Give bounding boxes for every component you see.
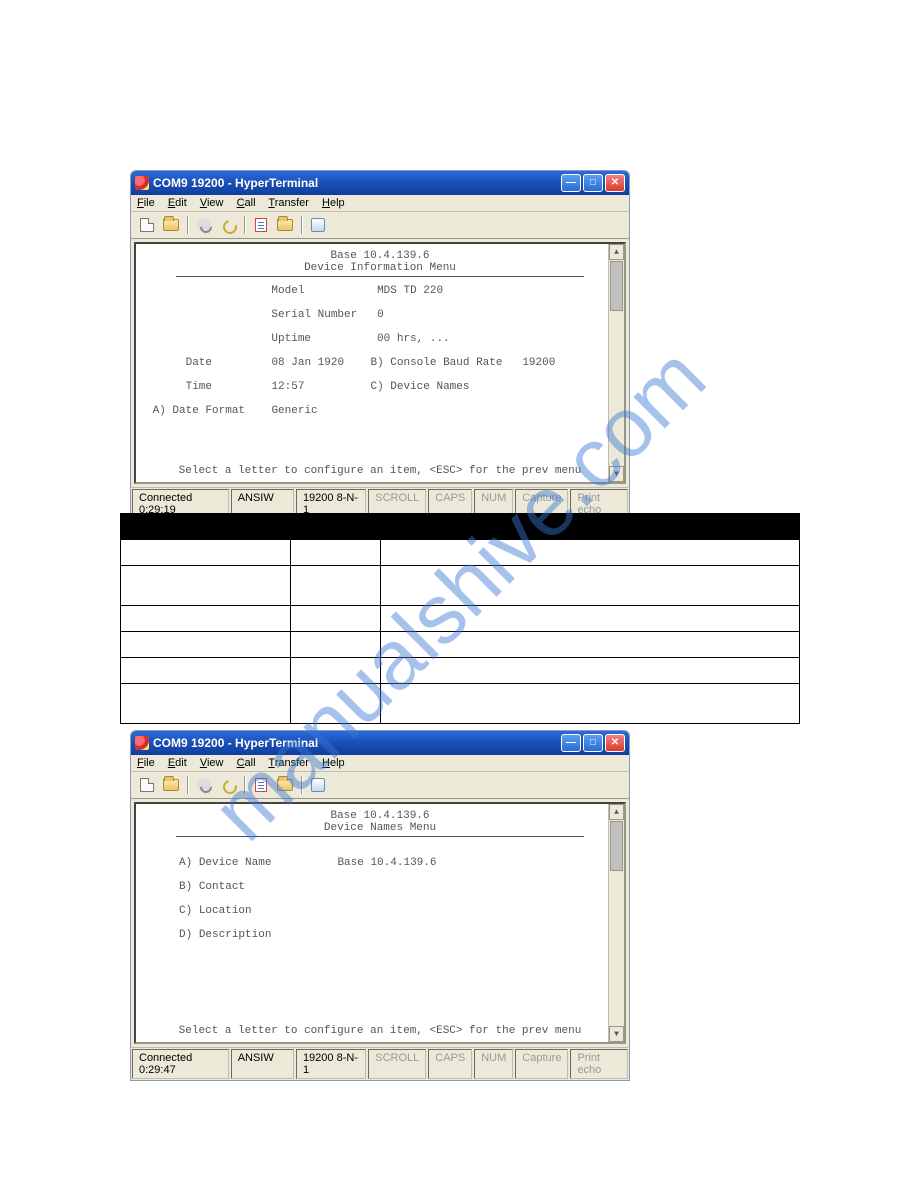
term-line: B) Contact: [146, 881, 614, 893]
scroll-thumb[interactable]: [610, 261, 623, 311]
menubar: File Edit View Call Transfer Help: [131, 195, 629, 212]
titlebar[interactable]: COM9 19200 - HyperTerminal — □ ✕: [131, 171, 629, 195]
toolbar: [131, 212, 629, 239]
call-icon[interactable]: [194, 775, 214, 795]
table-row: [121, 632, 800, 658]
table-header: [291, 514, 381, 540]
disconnect-icon[interactable]: [218, 775, 238, 795]
table-header: [381, 514, 800, 540]
send-icon[interactable]: [251, 215, 271, 235]
open-icon[interactable]: [161, 215, 181, 235]
term-header-1: Base 10.4.139.6: [146, 810, 614, 822]
term-header-2: Device Information Menu: [146, 262, 614, 274]
table-row: [121, 684, 800, 724]
separator-icon: [187, 216, 188, 234]
properties-icon[interactable]: [308, 215, 328, 235]
titlebar[interactable]: COM9 19200 - HyperTerminal — □ ✕: [131, 731, 629, 755]
menu-view[interactable]: View: [200, 757, 224, 769]
status-params: 19200 8-N-1: [296, 1049, 366, 1079]
minimize-button[interactable]: —: [561, 734, 581, 752]
menu-file[interactable]: File: [137, 197, 155, 209]
maximize-button[interactable]: □: [583, 174, 603, 192]
table-header-row: [121, 514, 800, 540]
statusbar: Connected 0:29:47 ANSIW 19200 8-N-1 SCRO…: [131, 1047, 629, 1080]
menu-transfer[interactable]: Transfer: [268, 197, 309, 209]
divider: [176, 836, 584, 837]
new-icon[interactable]: [137, 215, 157, 235]
scroll-down-icon[interactable]: ▼: [609, 466, 624, 482]
menu-call[interactable]: Call: [237, 197, 256, 209]
status-scroll: SCROLL: [368, 1049, 426, 1079]
status-emulation: ANSIW: [231, 1049, 294, 1079]
maximize-button[interactable]: □: [583, 734, 603, 752]
menu-transfer[interactable]: Transfer: [268, 757, 309, 769]
table-row: [121, 566, 800, 606]
term-footer: Select a letter to configure an item, <E…: [146, 465, 614, 477]
separator-icon: [244, 216, 245, 234]
hyperterminal-window-1: COM9 19200 - HyperTerminal — □ ✕ File Ed…: [130, 170, 630, 521]
table-header: [121, 514, 291, 540]
hyperterminal-window-2: COM9 19200 - HyperTerminal — □ ✕ File Ed…: [130, 730, 630, 1081]
menu-help[interactable]: Help: [322, 197, 345, 209]
window-title: COM9 19200 - HyperTerminal: [153, 176, 561, 190]
status-connected: Connected 0:29:47: [132, 1049, 229, 1079]
table-row: [121, 658, 800, 684]
term-footer: Select a letter to configure an item, <E…: [146, 1025, 614, 1037]
close-button[interactable]: ✕: [605, 174, 625, 192]
menu-file[interactable]: File: [137, 757, 155, 769]
term-line: D) Description: [146, 929, 614, 941]
parameter-table: [120, 513, 800, 724]
terminal-output[interactable]: Base 10.4.139.6 Device Names Menu A) Dev…: [134, 802, 626, 1044]
window-title: COM9 19200 - HyperTerminal: [153, 736, 561, 750]
minimize-button[interactable]: —: [561, 174, 581, 192]
disconnect-icon[interactable]: [218, 215, 238, 235]
receive-icon[interactable]: [275, 775, 295, 795]
divider: [176, 276, 584, 277]
app-icon: [135, 736, 149, 750]
term-header-1: Base 10.4.139.6: [146, 250, 614, 262]
scrollbar[interactable]: ▲ ▼: [608, 244, 624, 482]
term-line: Uptime 00 hrs, ...: [146, 333, 614, 345]
scroll-up-icon[interactable]: ▲: [609, 804, 624, 820]
call-icon[interactable]: [194, 215, 214, 235]
status-caps: CAPS: [428, 1049, 472, 1079]
open-icon[interactable]: [161, 775, 181, 795]
terminal-output[interactable]: Base 10.4.139.6 Device Information Menu …: [134, 242, 626, 484]
term-line: C) Location: [146, 905, 614, 917]
scroll-down-icon[interactable]: ▼: [609, 1026, 624, 1042]
status-num: NUM: [474, 1049, 513, 1079]
status-echo: Print echo: [570, 1049, 628, 1079]
menu-edit[interactable]: Edit: [168, 197, 187, 209]
scroll-thumb[interactable]: [610, 821, 623, 871]
properties-icon[interactable]: [308, 775, 328, 795]
menu-help[interactable]: Help: [322, 757, 345, 769]
toolbar: [131, 772, 629, 799]
scroll-up-icon[interactable]: ▲: [609, 244, 624, 260]
menu-call[interactable]: Call: [237, 757, 256, 769]
status-capture: Capture: [515, 1049, 568, 1079]
term-header-2: Device Names Menu: [146, 822, 614, 834]
term-line: Time 12:57 C) Device Names: [146, 381, 614, 393]
separator-icon: [187, 776, 188, 794]
menu-edit[interactable]: Edit: [168, 757, 187, 769]
receive-icon[interactable]: [275, 215, 295, 235]
table-row: [121, 606, 800, 632]
menubar: File Edit View Call Transfer Help: [131, 755, 629, 772]
term-line: A) Date Format Generic: [146, 405, 614, 417]
new-icon[interactable]: [137, 775, 157, 795]
separator-icon: [301, 776, 302, 794]
term-line: Date 08 Jan 1920 B) Console Baud Rate 19…: [146, 357, 614, 369]
term-line: Model MDS TD 220: [146, 285, 614, 297]
menu-view[interactable]: View: [200, 197, 224, 209]
table-row: [121, 540, 800, 566]
term-line: A) Device Name Base 10.4.139.6: [146, 857, 614, 869]
app-icon: [135, 176, 149, 190]
scrollbar[interactable]: ▲ ▼: [608, 804, 624, 1042]
term-line: Serial Number 0: [146, 309, 614, 321]
separator-icon: [301, 216, 302, 234]
close-button[interactable]: ✕: [605, 734, 625, 752]
separator-icon: [244, 776, 245, 794]
send-icon[interactable]: [251, 775, 271, 795]
